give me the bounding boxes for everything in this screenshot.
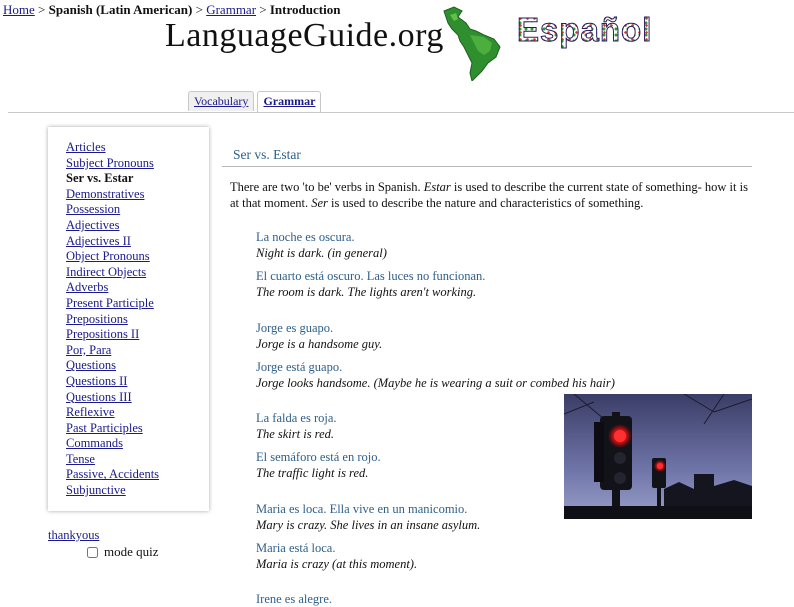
sidebar-item-subject-pronouns[interactable]: Subject Pronouns — [66, 156, 209, 172]
sidebar-item-present-participle[interactable]: Present Participle — [66, 296, 209, 312]
sidebar-list: Articles Subject Pronouns Ser vs. Estar … — [48, 127, 209, 499]
example-item: Jorge es guapo. Jorge is a handsome guy. — [256, 320, 382, 352]
sidebar-item-questions[interactable]: Questions — [66, 358, 209, 374]
tab-vocabulary[interactable]: Vocabulary — [188, 91, 255, 111]
site-logo-text[interactable]: LanguageGuide.org — [165, 14, 444, 58]
english-translation: The skirt is red. — [256, 427, 335, 441]
sidebar-item-reflexive[interactable]: Reflexive — [66, 405, 209, 421]
traffic-light-photo — [564, 394, 752, 519]
sidebar-item-label[interactable]: Adverbs — [66, 280, 108, 294]
quiz-mode-checkbox[interactable] — [87, 546, 98, 558]
intro-text: is used to describe the nature and chara… — [327, 195, 644, 210]
sidebar-item-demonstratives[interactable]: Demonstratives — [66, 187, 209, 203]
sidebar-item-questions-ii[interactable]: Questions II — [66, 374, 209, 390]
tab-divider — [8, 112, 794, 113]
sidebar-item-label[interactable]: Commands — [66, 436, 123, 450]
sidebar-item-label[interactable]: Possession — [66, 202, 120, 216]
section-tabs: Vocabulary Grammar — [188, 91, 322, 113]
example-item: Maria es loca. Ella vive en un manicomio… — [256, 501, 480, 533]
sidebar-item-past-participles[interactable]: Past Participles — [66, 421, 209, 437]
sidebar-item-articles[interactable]: Articles — [66, 140, 209, 156]
breadcrumb-separator: > — [34, 2, 49, 17]
sidebar-item-object-pronouns[interactable]: Object Pronouns — [66, 249, 209, 265]
spanish-sentence[interactable]: El cuarto está oscuro. Las luces no func… — [256, 268, 485, 284]
sidebar-item-label[interactable]: Subject Pronouns — [66, 156, 154, 170]
quiz-mode-label: mode quiz — [104, 544, 159, 559]
sidebar-item-label[interactable]: Adjectives II — [66, 234, 131, 248]
sidebar-item-adverbs[interactable]: Adverbs — [66, 280, 209, 296]
sidebar-item-label[interactable]: Present Participle — [66, 296, 154, 310]
spanish-sentence[interactable]: El semáforo está en rojo. — [256, 449, 381, 465]
english-translation: Night is dark. (in general) — [256, 246, 387, 260]
sidebar-item-ser-vs-estar: Ser vs. Estar — [66, 171, 209, 187]
breadcrumb-home-link[interactable]: Home — [3, 2, 35, 17]
sidebar-item-label[interactable]: Indirect Objects — [66, 265, 146, 279]
sidebar-item-adjectives[interactable]: Adjectives — [66, 218, 209, 234]
example-item: La noche es oscura. Night is dark. (in g… — [256, 229, 387, 261]
sidebar-item-questions-iii[interactable]: Questions III — [66, 390, 209, 406]
sidebar-item-label[interactable]: Prepositions — [66, 312, 128, 326]
example-item: El semáforo está en rojo. The traffic li… — [256, 449, 381, 481]
sidebar-item-label[interactable]: Subjunctive — [66, 483, 126, 497]
english-translation: Jorge is a handsome guy. — [256, 337, 383, 351]
sidebar-item-label[interactable]: Adjectives — [66, 218, 119, 232]
grammar-sidebar: Articles Subject Pronouns Ser vs. Estar … — [48, 127, 209, 511]
sidebar-item-label[interactable]: Tense — [66, 452, 95, 466]
sidebar-item-label[interactable]: Passive, Accidents — [66, 467, 159, 481]
sidebar-item-label[interactable]: Object Pronouns — [66, 249, 150, 263]
quiz-mode-toggle[interactable]: mode quiz — [87, 544, 159, 560]
english-translation: Jorge looks handsome. (Maybe he is weari… — [256, 376, 615, 390]
sidebar-item-subjunctive[interactable]: Subjunctive — [66, 483, 209, 499]
tab-vocabulary-label[interactable]: Vocabulary — [194, 94, 248, 108]
sidebar-item-label[interactable]: Prepositions II — [66, 327, 139, 341]
spanish-sentence[interactable]: Jorge es guapo. — [256, 320, 382, 336]
example-item: Maria está loca. Maria is crazy (at this… — [256, 540, 417, 572]
sidebar-item-label: Ser vs. Estar — [66, 171, 134, 186]
sidebar-item-prepositions[interactable]: Prepositions — [66, 312, 209, 328]
example-item: Jorge está guapo. Jorge looks handsome. … — [256, 359, 615, 391]
spanish-sentence[interactable]: Jorge está guapo. — [256, 359, 615, 375]
sidebar-item-prepositions-ii[interactable]: Prepositions II — [66, 327, 209, 343]
english-translation: Mary is crazy. She lives in an insane as… — [256, 518, 481, 532]
title-divider — [222, 166, 752, 167]
sidebar-item-label[interactable]: Questions II — [66, 374, 127, 388]
latin-america-map-icon — [440, 5, 506, 82]
tab-grammar-label[interactable]: Grammar — [263, 94, 315, 108]
sidebar-item-indirect-objects[interactable]: Indirect Objects — [66, 265, 209, 281]
tab-grammar[interactable]: Grammar — [257, 91, 322, 113]
intro-ser: Ser — [311, 195, 328, 210]
sidebar-item-por-para[interactable]: Por, Para — [66, 343, 209, 359]
page-title: Ser vs. Estar — [233, 147, 301, 162]
sidebar-item-possession[interactable]: Possession — [66, 202, 209, 218]
sidebar-item-adjectives-ii[interactable]: Adjectives II — [66, 234, 209, 250]
example-item: Irene es alegre. — [256, 591, 332, 607]
sidebar-item-label[interactable]: Past Participles — [66, 421, 143, 435]
english-translation: Maria is crazy (at this moment). — [256, 557, 418, 571]
sidebar-item-commands[interactable]: Commands — [66, 436, 209, 452]
sidebar-item-label[interactable]: Articles — [66, 140, 106, 154]
sidebar-item-label[interactable]: Questions — [66, 358, 116, 372]
spanish-sentence[interactable]: Maria está loca. — [256, 540, 417, 556]
sidebar-item-label[interactable]: Demonstratives — [66, 187, 144, 201]
english-translation: The room is dark. The lights aren't work… — [256, 285, 477, 299]
spanish-sentence[interactable]: La falda es roja. — [256, 410, 337, 426]
intro-text: There are two 'to be' verbs in Spanish. — [230, 180, 424, 194]
english-translation: The traffic light is red. — [256, 466, 369, 480]
sidebar-item-passive-accidents[interactable]: Passive, Accidents — [66, 467, 209, 483]
sidebar-item-label[interactable]: Reflexive — [66, 405, 115, 419]
example-item: El cuarto está oscuro. Las luces no func… — [256, 268, 485, 300]
spanish-sentence[interactable]: La noche es oscura. — [256, 229, 387, 245]
intro-estar: Estar — [423, 180, 451, 194]
spanish-sentence[interactable]: Irene es alegre. — [256, 591, 332, 607]
intro-paragraph: There are two 'to be' verbs in Spanish. … — [230, 180, 755, 211]
espanol-logo: Español — [516, 8, 653, 52]
spanish-sentence[interactable]: Maria es loca. Ella vive en un manicomio… — [256, 501, 480, 517]
example-item: La falda es roja. The skirt is red. — [256, 410, 337, 442]
thankyous-link[interactable]: thankyous — [48, 528, 99, 543]
sidebar-item-label[interactable]: Por, Para — [66, 343, 111, 357]
sidebar-item-label[interactable]: Questions III — [66, 390, 132, 404]
sidebar-item-tense[interactable]: Tense — [66, 452, 209, 468]
